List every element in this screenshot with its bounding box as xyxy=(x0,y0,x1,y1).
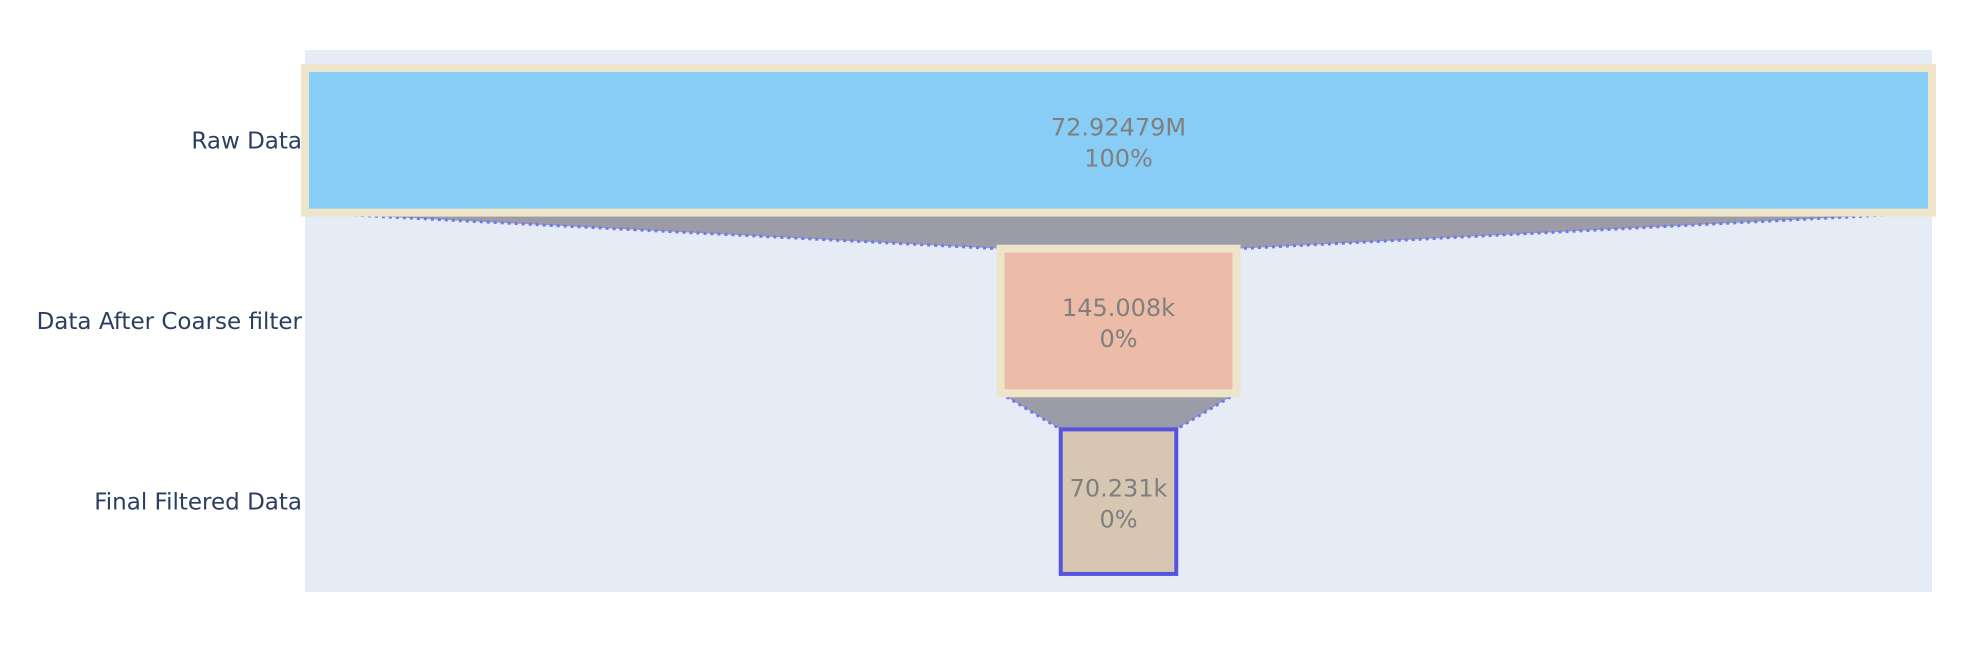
stage-percent-label: 100% xyxy=(1084,144,1153,172)
stage-percent-label: 0% xyxy=(1099,325,1137,353)
category-label: Raw Data xyxy=(191,128,302,154)
category-label: Final Filtered Data xyxy=(94,490,302,516)
stage-value-label: 70.231k xyxy=(1070,475,1168,503)
category-label: Data After Coarse filter xyxy=(37,309,303,335)
stage-value-label: 72.92479M xyxy=(1051,113,1186,141)
funnel-chart: 72.92479M 100% 145.008k 0% 70.231k 0% Raw Dat… xyxy=(37,50,1936,592)
y-axis-category-labels: Raw Data Data After Coarse filter Final Fi… xyxy=(37,128,303,515)
stage-value-label: 145.008k xyxy=(1062,294,1175,322)
stage-percent-label: 0% xyxy=(1099,506,1137,534)
